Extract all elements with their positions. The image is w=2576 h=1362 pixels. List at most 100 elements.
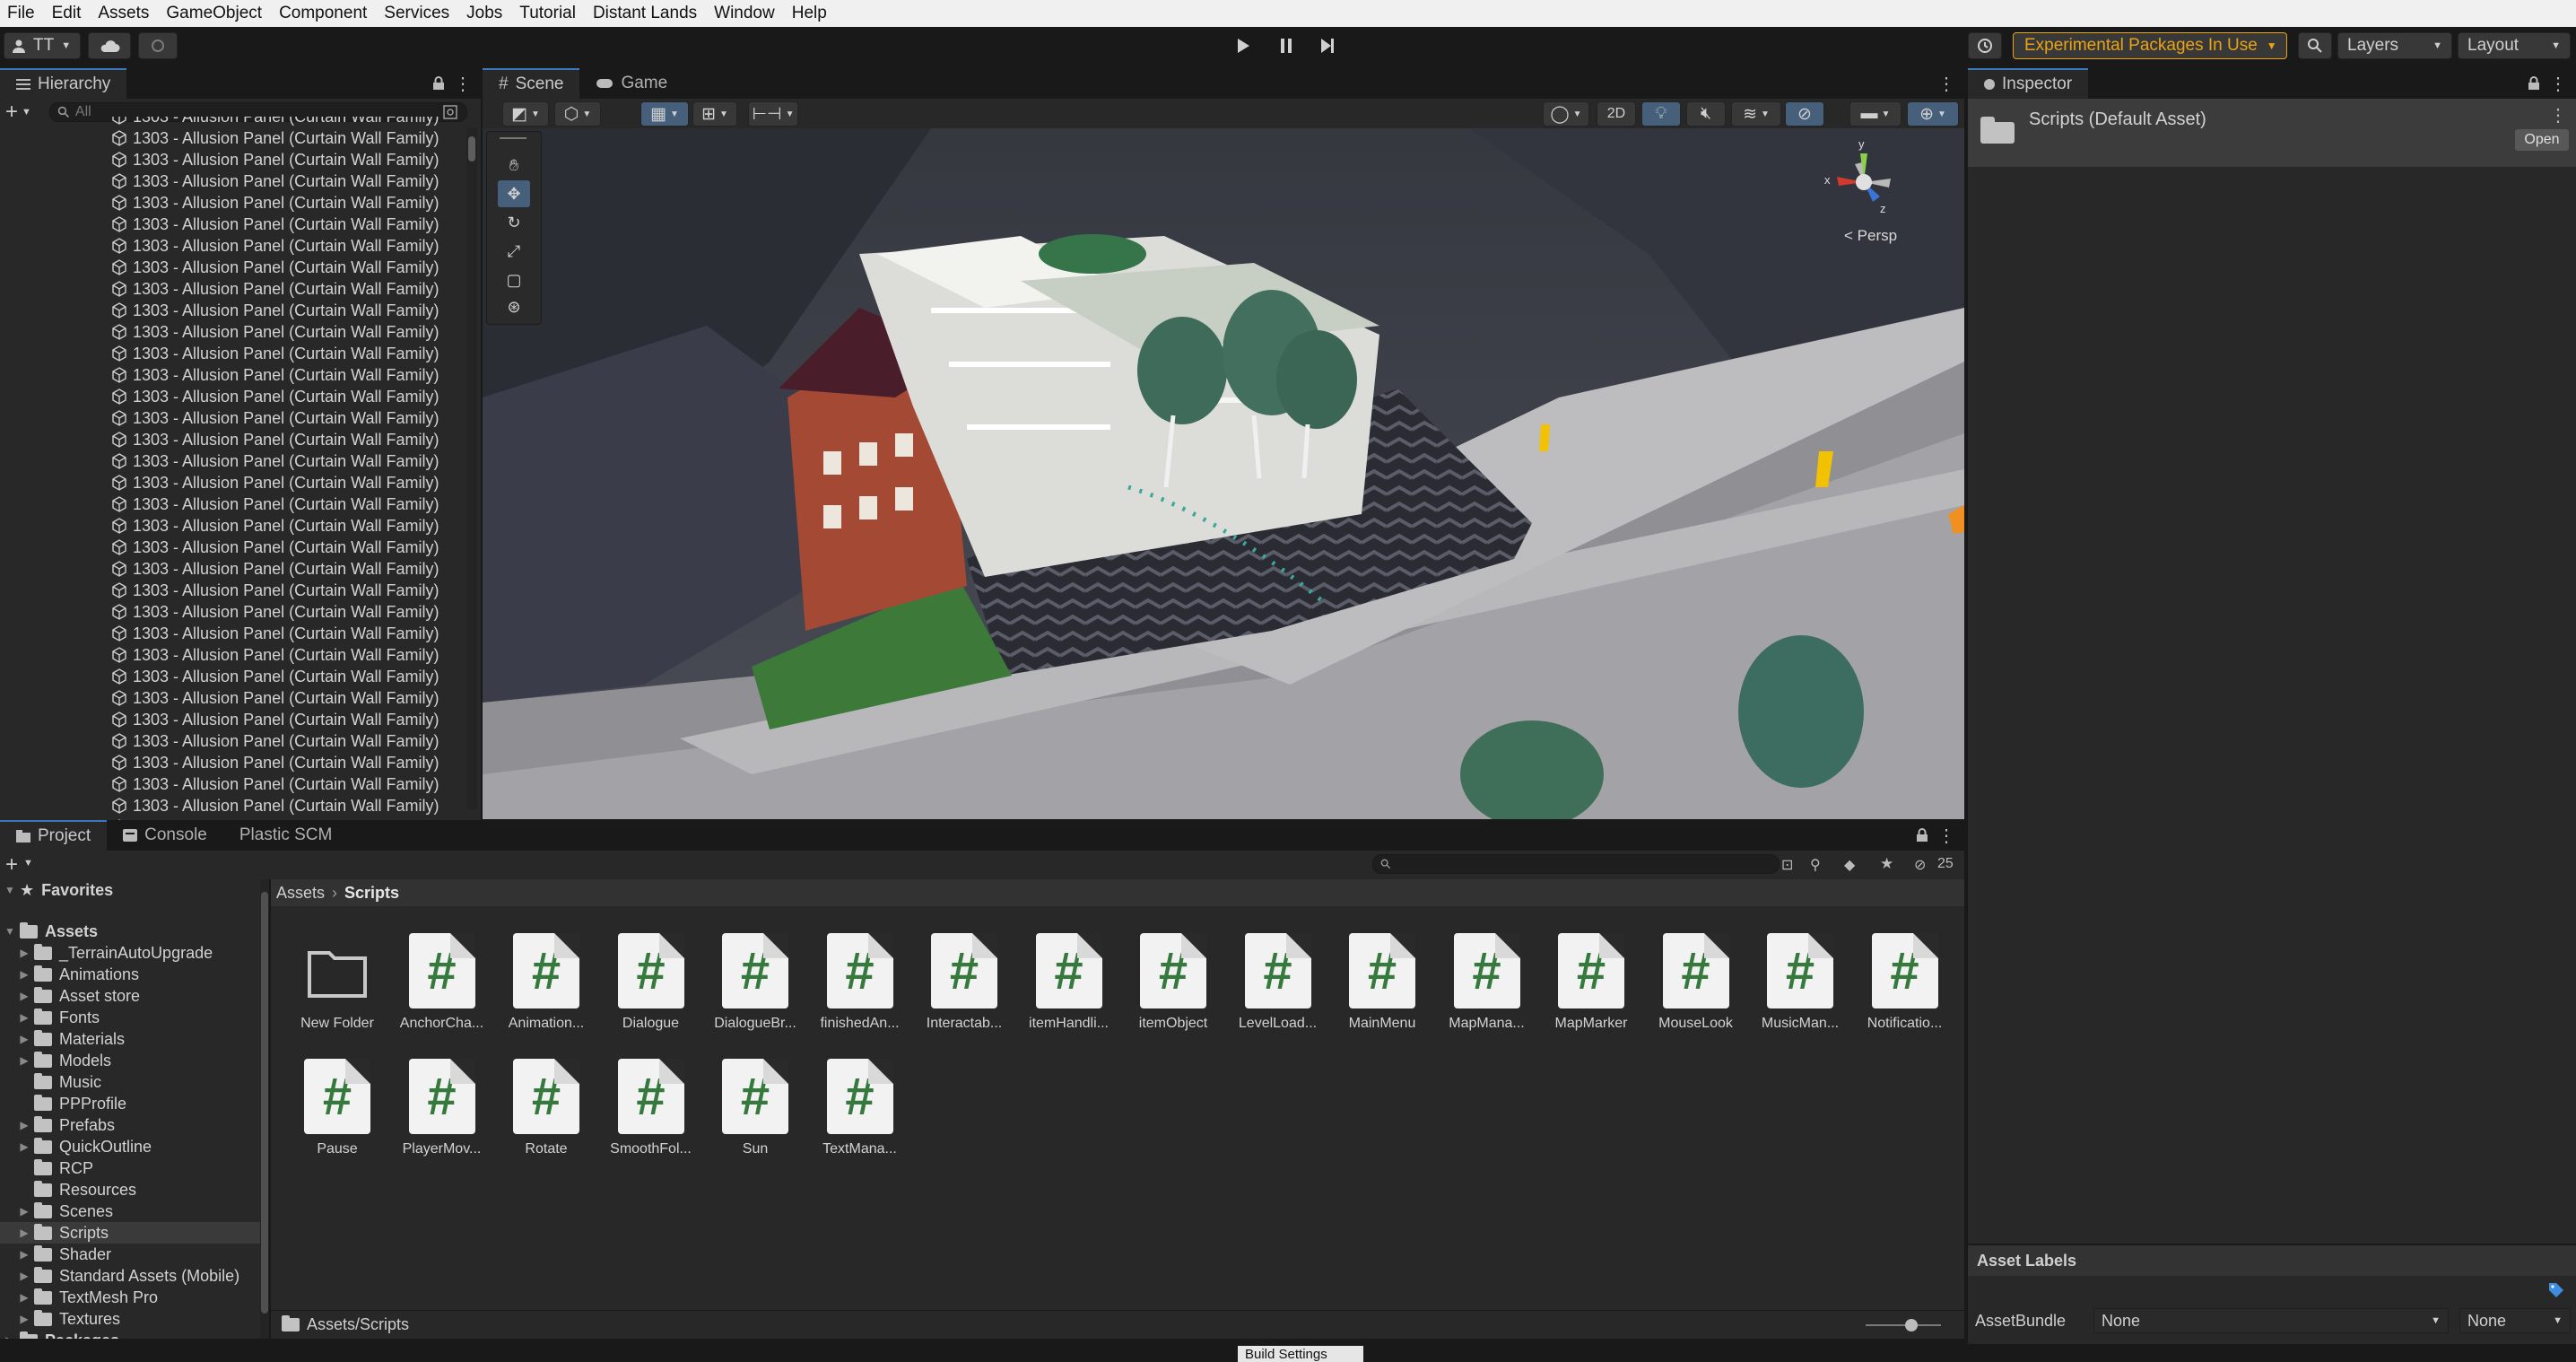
search-button[interactable] xyxy=(2298,32,2332,59)
script-asset[interactable]: # Notificatio... xyxy=(1855,933,1955,1032)
script-asset[interactable]: # DialogueBr... xyxy=(705,933,805,1032)
camera-dropdown[interactable]: ▬ ▼ xyxy=(1849,101,1902,127)
hidden-packages-icon[interactable]: ⊘ xyxy=(1914,856,1926,874)
script-asset[interactable]: # TextMana... xyxy=(810,1059,910,1157)
script-asset[interactable]: # Sun xyxy=(705,1059,805,1157)
chevron-right-icon[interactable]: ▶ xyxy=(14,1140,34,1153)
hand-tool[interactable]: ✋︎ xyxy=(498,152,530,179)
add-icon[interactable]: + xyxy=(5,852,18,877)
lock-icon[interactable] xyxy=(1909,820,1936,851)
cloud-button[interactable] xyxy=(88,32,131,59)
audio-toggle[interactable]: 🔇︎ xyxy=(1686,101,1726,127)
chevron-right-icon[interactable]: ▶ xyxy=(14,1248,34,1261)
zoom-slider[interactable] xyxy=(1866,1324,1941,1326)
menu-assets[interactable]: Assets xyxy=(91,0,159,27)
increment-snap-dropdown[interactable]: ⊞ ▼ xyxy=(692,101,737,127)
lock-icon[interactable] xyxy=(2520,68,2547,99)
favorite-star-icon[interactable]: ★ xyxy=(1880,855,1893,873)
kebab-menu-icon[interactable]: ⋮ xyxy=(2549,104,2567,127)
hierarchy-item[interactable]: 1303 - Allusion Panel (Curtain Wall Fami… xyxy=(0,730,466,752)
hierarchy-item[interactable]: 1303 - Allusion Panel (Curtain Wall Fami… xyxy=(0,752,466,773)
menu-help[interactable]: Help xyxy=(785,0,837,27)
chevron-right-icon[interactable]: ▶ xyxy=(14,1033,34,1045)
script-asset[interactable]: # Pause xyxy=(287,1059,387,1157)
menu-jobs[interactable]: Jobs xyxy=(459,0,512,27)
scrollbar-thumb[interactable] xyxy=(261,892,268,1314)
tab-hierarchy[interactable]: Hierarchy xyxy=(0,68,127,99)
label-tag-button[interactable] xyxy=(2547,1281,2567,1299)
script-asset[interactable]: # SmoothFol... xyxy=(601,1059,701,1157)
hierarchy-item[interactable]: 1303 - Allusion Panel (Curtain Wall Fami… xyxy=(0,192,466,214)
breadcrumb-assets[interactable]: Assets xyxy=(276,884,325,903)
folder-row[interactable]: Resources xyxy=(0,1179,260,1200)
undo-history-button[interactable] xyxy=(1968,32,2002,59)
menu-distant-lands[interactable]: Distant Lands xyxy=(586,0,707,27)
chevron-down-icon[interactable]: ▼ xyxy=(23,858,33,869)
hierarchy-item[interactable]: 1303 - Allusion Panel (Curtain Wall Fami… xyxy=(0,149,466,170)
packages-row[interactable]: ▶ Packages xyxy=(0,1330,260,1339)
hierarchy-item[interactable]: 1303 - Allusion Panel (Curtain Wall Fami… xyxy=(0,537,466,558)
folder-row[interactable]: ▶ Standard Assets (Mobile) xyxy=(0,1265,260,1287)
open-button[interactable]: Open xyxy=(2515,129,2569,151)
hierarchy-item[interactable]: 1303 - Allusion Panel (Curtain Wall Fami… xyxy=(0,364,466,386)
script-asset[interactable]: # MusicMan... xyxy=(1750,933,1850,1032)
scene-viewport[interactable]: y x z < Persp xyxy=(483,128,1964,819)
hierarchy-item[interactable]: 1303 - Allusion Panel (Curtain Wall Fami… xyxy=(0,300,466,321)
rotate-tool[interactable]: ↻ xyxy=(498,209,530,236)
move-tool[interactable]: ✥ xyxy=(498,180,530,207)
shading-dropdown[interactable]: ◯ ▼ xyxy=(1543,101,1589,127)
hierarchy-item[interactable]: 1303 - Allusion Panel (Curtain Wall Fami… xyxy=(0,644,466,666)
lock-icon[interactable] xyxy=(425,68,452,99)
hierarchy-item[interactable]: 1303 - Allusion Panel (Curtain Wall Fami… xyxy=(0,795,466,816)
hierarchy-item[interactable]: 1303 - Allusion Panel (Curtain Wall Fami… xyxy=(0,515,466,537)
script-asset[interactable]: # AnchorCha... xyxy=(392,933,492,1032)
folder-row[interactable]: ▶ Asset store xyxy=(0,985,260,1007)
script-asset[interactable]: # MapMana... xyxy=(1437,933,1537,1032)
menu-window[interactable]: Window xyxy=(707,0,785,27)
hierarchy-item[interactable]: 1303 - Allusion Panel (Curtain Wall Fami… xyxy=(0,214,466,235)
chevron-down-icon[interactable]: ▼ xyxy=(0,884,20,896)
hierarchy-item[interactable]: 1303 - Allusion Panel (Curtain Wall Fami… xyxy=(0,773,466,795)
tab-project[interactable]: Project xyxy=(0,820,108,851)
hierarchy-item[interactable]: 1303 - Allusion Panel (Curtain Wall Fami… xyxy=(0,429,466,450)
tab-console[interactable]: Console xyxy=(107,820,223,851)
zoom-slider-thumb[interactable] xyxy=(1905,1319,1918,1331)
hierarchy-item[interactable]: 1303 - Allusion Panel (Curtain Wall Fami… xyxy=(0,235,466,257)
folder-row[interactable]: ▶ TextMesh Pro xyxy=(0,1287,260,1308)
hierarchy-item[interactable]: 1303 - Allusion Panel (Curtain Wall Fami… xyxy=(0,450,466,472)
experimental-packages-button[interactable]: Experimental Packages In Use ▼ xyxy=(2013,32,2287,59)
tab-inspector[interactable]: Inspector xyxy=(1968,68,2089,99)
hierarchy-item[interactable]: 1303 - Allusion Panel (Curtain Wall Fami… xyxy=(0,558,466,580)
menu-gameobject[interactable]: GameObject xyxy=(159,0,272,27)
folder-row[interactable]: ▶ Materials xyxy=(0,1028,260,1050)
kebab-menu-icon[interactable]: ⋮ xyxy=(452,68,481,99)
kebab-menu-icon[interactable]: ⋮ xyxy=(1928,68,1964,99)
tab-plastic-scm[interactable]: Plastic SCM xyxy=(222,820,349,851)
scrollbar-thumb[interactable] xyxy=(468,136,475,162)
hierarchy-item[interactable]: 1303 - Allusion Panel (Curtain Wall Fami… xyxy=(0,127,466,149)
hierarchy-item[interactable]: 1303 - Allusion Panel (Curtain Wall Fami… xyxy=(0,666,466,687)
script-asset[interactable]: # PlayerMov... xyxy=(392,1059,492,1157)
search-by-type-icon[interactable]: ⊡ xyxy=(1781,856,1793,874)
hierarchy-item[interactable]: 1303 - Allusion Panel (Curtain Wall Fami… xyxy=(0,321,466,343)
ruler-dropdown[interactable]: ⊢⊣ ▼ xyxy=(748,101,798,127)
hierarchy-scrollbar[interactable] xyxy=(466,127,477,809)
hierarchy-item[interactable]: 1303 - Allusion Panel (Curtain Wall Fami… xyxy=(0,472,466,493)
script-asset[interactable]: # Dialogue xyxy=(601,933,701,1032)
folder-row[interactable]: ▶ Textures xyxy=(0,1308,260,1330)
chevron-right-icon[interactable]: ▶ xyxy=(14,1119,34,1131)
hierarchy-item[interactable]: 1303 - Allusion Panel (Curtain Wall Fami… xyxy=(0,278,466,300)
tab-scene[interactable]: # Scene xyxy=(483,68,580,99)
chevron-right-icon[interactable]: ▶ xyxy=(14,1054,34,1067)
folder-row[interactable]: Music xyxy=(0,1071,260,1093)
chevron-right-icon[interactable]: ▶ xyxy=(14,990,34,1002)
project-search-input[interactable] xyxy=(1372,854,1780,874)
draw-mode-dropdown[interactable]: ◩ ▼ xyxy=(502,101,549,127)
tree-scrollbar[interactable] xyxy=(260,879,269,1339)
hierarchy-item[interactable]: 1303 - Allusion Panel (Curtain Wall Fami… xyxy=(0,386,466,407)
hidden-objects-toggle[interactable]: ⊘ xyxy=(1785,101,1824,127)
filter-type-icon[interactable]: ⚲ xyxy=(1810,856,1821,874)
chevron-right-icon[interactable]: ▶ xyxy=(14,1011,34,1024)
favorites-row[interactable]: ▼ ★ Favorites xyxy=(0,879,260,901)
label-filter-icon[interactable]: ◆ xyxy=(1844,856,1855,874)
